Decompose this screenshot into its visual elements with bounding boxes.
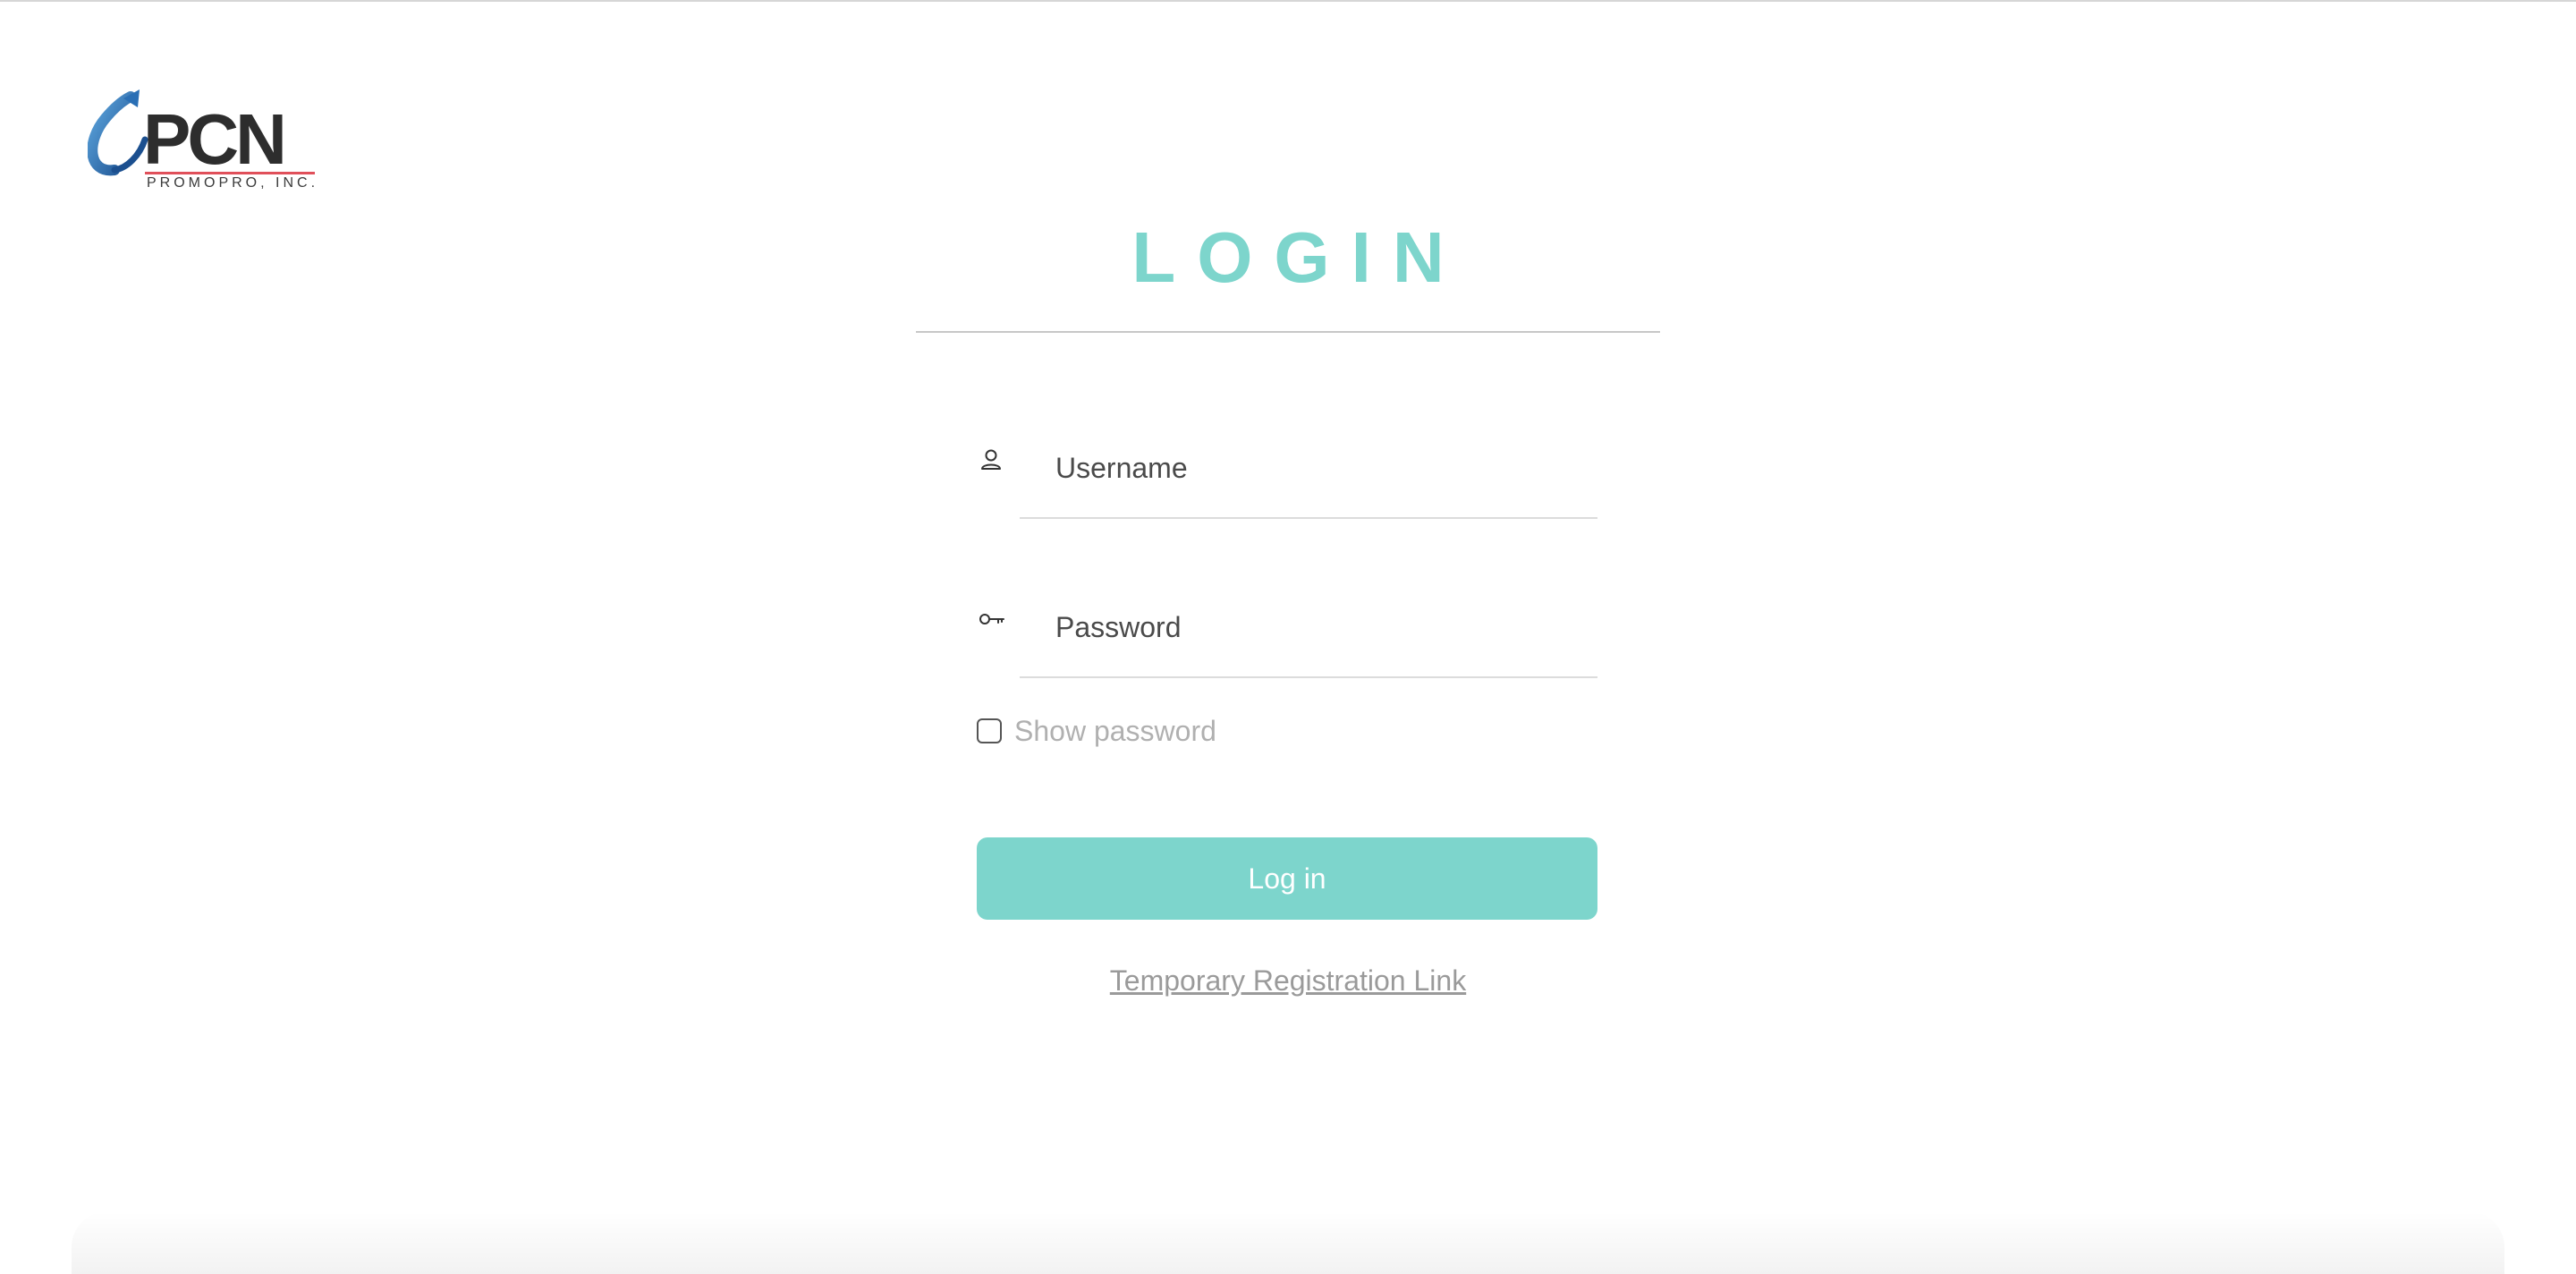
key-icon (979, 614, 1004, 624)
username-input[interactable] (1020, 419, 1597, 519)
registration-link-container: Temporary Registration Link (0, 964, 2576, 998)
temporary-registration-link[interactable]: Temporary Registration Link (1110, 964, 1466, 997)
password-input[interactable] (1020, 578, 1597, 678)
show-password-row[interactable]: Show password (977, 715, 1216, 748)
show-password-checkbox[interactable] (977, 718, 1002, 743)
page-title: LOGIN (1131, 217, 1466, 297)
password-field-group (977, 578, 1597, 678)
title-divider (916, 331, 1660, 333)
show-password-label[interactable]: Show password (1014, 715, 1216, 748)
bottom-shadow (72, 1211, 2504, 1274)
company-logo: PCN PROMOPRO, INC. (88, 88, 329, 195)
logo-underline (145, 172, 315, 174)
username-field-group (977, 419, 1597, 519)
login-page: PCN PROMOPRO, INC. LOGIN Show password L… (0, 0, 2576, 1274)
login-button[interactable]: Log in (977, 837, 1597, 920)
logo-subtitle: PROMOPRO, INC. (147, 175, 319, 191)
user-icon (981, 449, 1001, 470)
logo-brand-text: PCN (143, 99, 287, 179)
